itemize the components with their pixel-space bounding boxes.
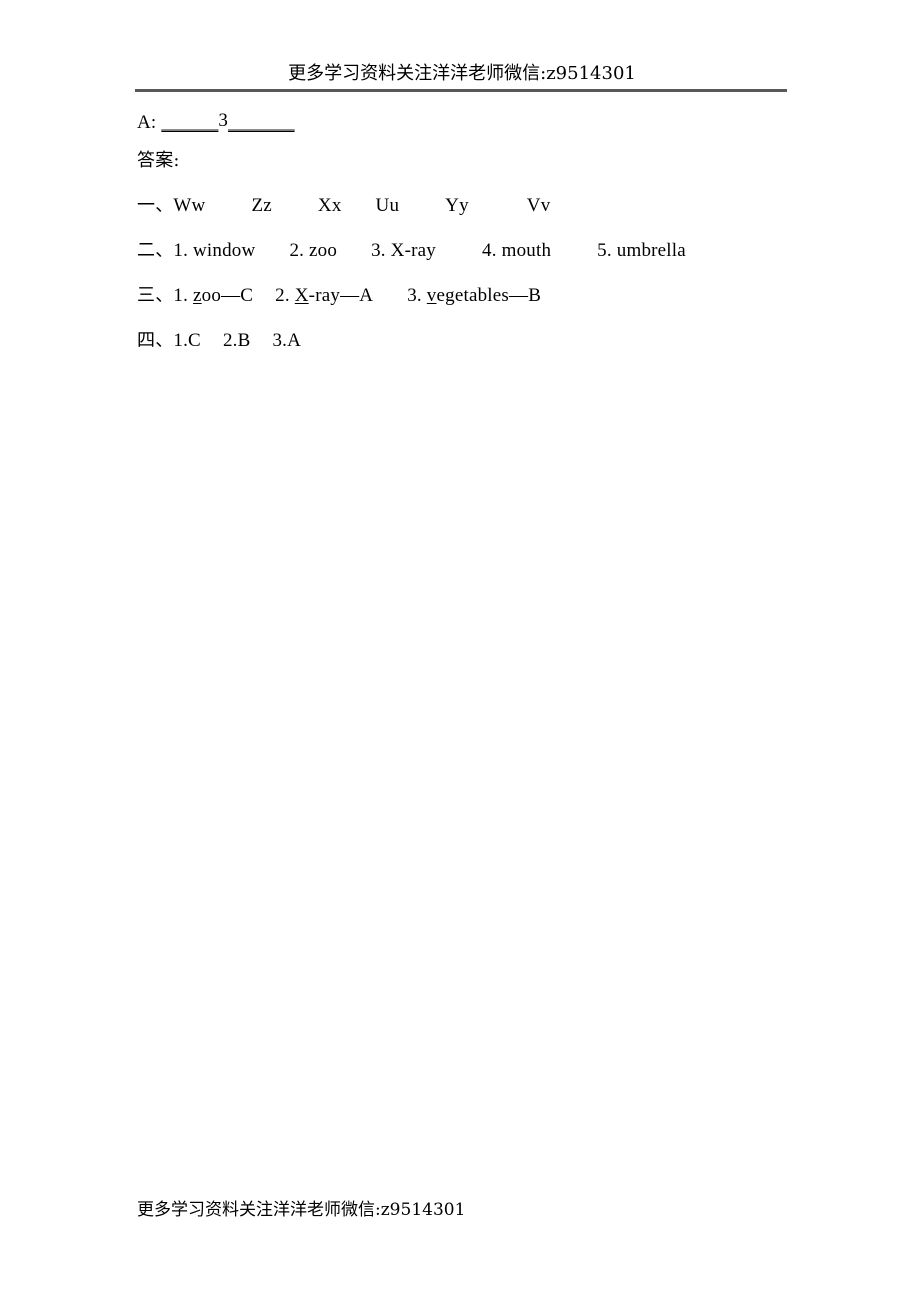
section-3-item-2-answer: A — [359, 285, 374, 306]
section-1-label: 一、 — [137, 195, 174, 216]
section-2-label: 二、 — [137, 240, 174, 261]
answers-heading: 答案: — [137, 150, 180, 171]
section-3-item-3-num: 3. — [407, 285, 427, 306]
section-1-item-1: Ww — [173, 195, 206, 216]
document-page: 更多学习资料关注洋洋老师微信:z9514301 A: ______3______… — [0, 0, 920, 1302]
section-3-item-3-dash: — — [508, 285, 529, 306]
section-2-item-1: 1. window — [173, 240, 256, 261]
section-2-item-2: 2. zoo — [289, 240, 338, 261]
section-3-item-2-rest: -ray — [308, 285, 341, 306]
section-3-item-1-initial: z — [193, 285, 202, 306]
section-4-item-1: 1.C — [173, 330, 201, 351]
section-3-item-3-rest: egetables — [436, 285, 509, 306]
section-1-item-4: Uu — [375, 195, 400, 216]
dialogue-blank-after: _______ — [228, 112, 295, 133]
section-3-item-1-num: 1. — [173, 285, 194, 306]
section-1-item-3: Xx — [317, 195, 342, 216]
page-header-note: 更多学习资料关注洋洋老师微信:z9514301 — [288, 63, 636, 84]
document-content: A: ______3_______ 答案: 一、Ww Zz Xx Uu Yy Vv 二、1… — [137, 108, 837, 363]
section-4-item-3: 3.A — [272, 330, 302, 351]
dialogue-line-a: A: ______3_______ — [137, 108, 837, 138]
section-3-item-1-dash: — — [221, 285, 241, 306]
section-2-item-5: 5. umbrella — [597, 240, 686, 261]
section-1-item-6: Vv — [526, 195, 551, 216]
section-4-label: 四、 — [137, 330, 174, 351]
section-4-item-2: 2.B — [222, 330, 251, 351]
section-3-item-3-initial: v — [426, 285, 437, 306]
header-divider — [135, 89, 787, 92]
dialogue-number: 3 — [218, 110, 229, 131]
section-3-item-2: 2. X-ray—A — [275, 285, 373, 306]
dialogue-speaker: A: — [137, 112, 157, 133]
answer-section-3: 三、1. zoo—C 2. X-ray—A 3. vegetables—B — [137, 273, 837, 318]
section-3-item-2-initial: X — [294, 285, 309, 306]
section-3-item-1-rest: oo — [201, 285, 222, 306]
section-3-item-3: 3. vegetables—B — [407, 285, 541, 306]
dialogue-blank-before: ______ — [161, 112, 219, 133]
section-3-item-2-dash: — — [340, 285, 360, 306]
answer-section-2: 二、1. window 2. zoo 3. X-ray 4. mouth 5. umbr… — [137, 228, 837, 273]
section-2-item-3: 3. X-ray — [371, 240, 436, 261]
page-footer-note: 更多学习资料关注洋洋老师微信:z9514301 — [137, 1200, 466, 1220]
section-3-label: 三、 — [137, 285, 174, 306]
answer-section-1: 一、Ww Zz Xx Uu Yy Vv — [137, 183, 837, 228]
section-2-item-4: 4. mouth — [482, 240, 552, 261]
section-1-item-5: Yy — [445, 195, 469, 216]
section-3-item-1: 1. zoo—C — [173, 285, 253, 306]
answer-section-4: 四、1.C 2.B 3.A — [137, 318, 837, 363]
section-3-item-1-answer: C — [240, 285, 254, 306]
section-3-item-2-num: 2. — [275, 285, 295, 306]
section-1-item-2: Zz — [251, 195, 272, 216]
section-3-item-3-answer: B — [528, 285, 542, 306]
